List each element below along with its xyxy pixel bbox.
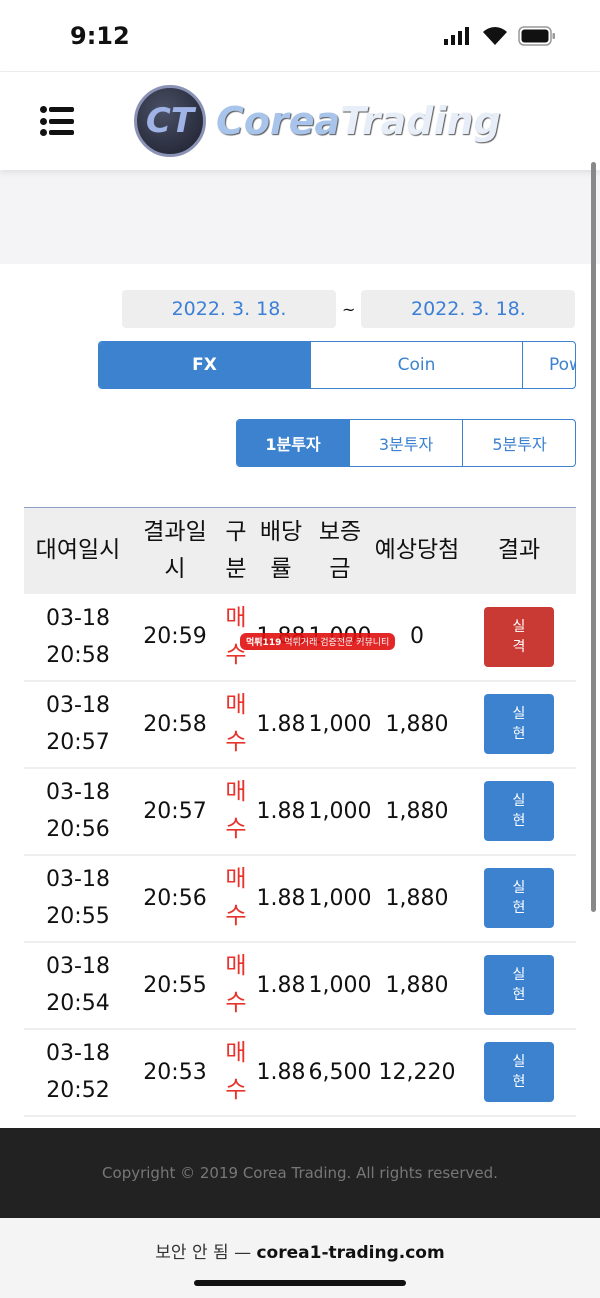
result-badge[interactable]: 실 현 <box>484 868 554 928</box>
rent-time: 03-18 20:56 <box>24 767 132 856</box>
battery-icon <box>518 25 555 46</box>
expected-payout: 1,880 <box>372 941 462 1030</box>
result-badge[interactable]: 실 현 <box>484 781 554 841</box>
result-badge[interactable]: 실 현 <box>484 694 554 754</box>
col-deposit: 보증금 <box>308 507 372 594</box>
table-row: 03-18 20:54 20:55 매 수 1.88 1,000 1,880 실 … <box>24 941 576 1030</box>
table-row: 03-18 20:56 20:57 매 수 1.88 1,000 1,880 실 … <box>24 767 576 856</box>
home-indicator <box>194 1280 406 1286</box>
expected-payout: 1,880 <box>372 854 462 943</box>
expected-payout: 1,880 <box>372 680 462 769</box>
trade-type: 매 수 <box>218 941 254 1030</box>
table-row: 03-18 20:55 20:56 매 수 1.88 1,000 1,880 실 … <box>24 854 576 943</box>
banner-area <box>0 170 600 264</box>
deposit: 1,000 <box>308 941 372 1030</box>
trade-type: 매 수 <box>218 854 254 943</box>
tab-power[interactable]: Pow <box>523 342 575 388</box>
trade-type: 매 수 <box>218 680 254 769</box>
table-row: 03-18 20:52 20:53 매 수 1.88 6,500 12,220 실… <box>24 1028 576 1117</box>
scrollbar[interactable] <box>591 162 596 912</box>
tab-coin[interactable]: Coin <box>311 342 523 388</box>
status-bar: 9:12 <box>0 0 600 72</box>
col-result-time: 결과일시 <box>132 507 218 594</box>
rate: 1.88 <box>254 941 308 1030</box>
logo-text: CoreaTrading <box>216 99 501 143</box>
result-badge[interactable]: 실 현 <box>484 955 554 1015</box>
footer: Copyright © 2019 Corea Trading. All righ… <box>0 1128 600 1218</box>
tab-3min[interactable]: 3분투자 <box>350 420 463 466</box>
watermark-logo: 먹튀119 먹튀거래 검증전문 커뮤니티 <box>240 633 396 650</box>
result-time: 20:56 <box>132 854 218 943</box>
clock: 9:12 <box>70 21 130 50</box>
col-rate: 배당률 <box>254 507 308 594</box>
result-time: 20:58 <box>132 680 218 769</box>
logo-emblem: CT <box>134 85 206 157</box>
result-time: 20:55 <box>132 941 218 1030</box>
tab-5min[interactable]: 5분투자 <box>463 420 575 466</box>
address-bar[interactable]: 보안 안 됨 — corea1-trading.com <box>0 1218 600 1298</box>
col-result: 결과 <box>462 507 576 594</box>
site-header: CT CoreaTrading <box>0 72 600 170</box>
deposit: 1,000 <box>308 767 372 856</box>
deposit: 1,000 <box>308 680 372 769</box>
trade-type: 매 수 <box>218 1028 254 1117</box>
date-to-input[interactable]: 2022. 3. 18. <box>361 290 576 328</box>
date-separator: ~ <box>342 299 356 319</box>
rate: 1.88 <box>254 680 308 769</box>
col-type: 구분 <box>218 507 254 594</box>
expected-payout: 12,220 <box>372 1028 462 1117</box>
result-badge[interactable]: 실 현 <box>484 1042 554 1102</box>
rent-time: 03-18 20:54 <box>24 941 132 1030</box>
table-row: 03-18 20:57 20:58 매 수 1.88 1,000 1,880 실 … <box>24 680 576 769</box>
market-tabs: FX Coin Pow <box>98 341 576 389</box>
duration-tabs: 1분투자 3분투자 5분투자 <box>236 419 576 467</box>
trade-type: 매 수 <box>218 767 254 856</box>
result-time: 20:53 <box>132 1028 218 1117</box>
expected-payout: 1,880 <box>372 767 462 856</box>
logo[interactable]: CT CoreaTrading <box>134 85 501 157</box>
col-rent-time: 대여일시 <box>24 507 132 594</box>
rent-time: 03-18 20:58 <box>24 593 132 682</box>
result-badge[interactable]: 실 격 <box>484 606 554 667</box>
deposit: 1,000 <box>308 854 372 943</box>
date-from-input[interactable]: 2022. 3. 18. <box>122 290 336 328</box>
signal-icon <box>444 26 469 45</box>
rent-time: 03-18 20:52 <box>24 1028 132 1117</box>
rate: 1.88 <box>254 1028 308 1117</box>
tab-fx[interactable]: FX <box>99 342 311 388</box>
security-label: 보안 안 됨 — <box>155 1243 252 1263</box>
wifi-icon <box>483 26 507 45</box>
rate: 1.88 <box>254 854 308 943</box>
rate: 1.88 <box>254 767 308 856</box>
result-time: 20:59 <box>132 593 218 682</box>
url-text: corea1-trading.com <box>256 1243 445 1263</box>
menu-icon[interactable] <box>40 106 74 136</box>
col-expected: 예상당첨 <box>372 507 462 594</box>
copyright: Copyright © 2019 Corea Trading. All righ… <box>102 1164 498 1182</box>
history-table: 대여일시 결과일시 구분 배당률 보증금 예상당첨 결과 03-18 20:58 … <box>24 507 576 1117</box>
date-range: 2022. 3. 18. ~ 2022. 3. 18. <box>122 290 576 328</box>
rent-time: 03-18 20:55 <box>24 854 132 943</box>
tab-1min[interactable]: 1분투자 <box>237 420 350 466</box>
rent-time: 03-18 20:57 <box>24 680 132 769</box>
result-time: 20:57 <box>132 767 218 856</box>
deposit: 6,500 <box>308 1028 372 1117</box>
